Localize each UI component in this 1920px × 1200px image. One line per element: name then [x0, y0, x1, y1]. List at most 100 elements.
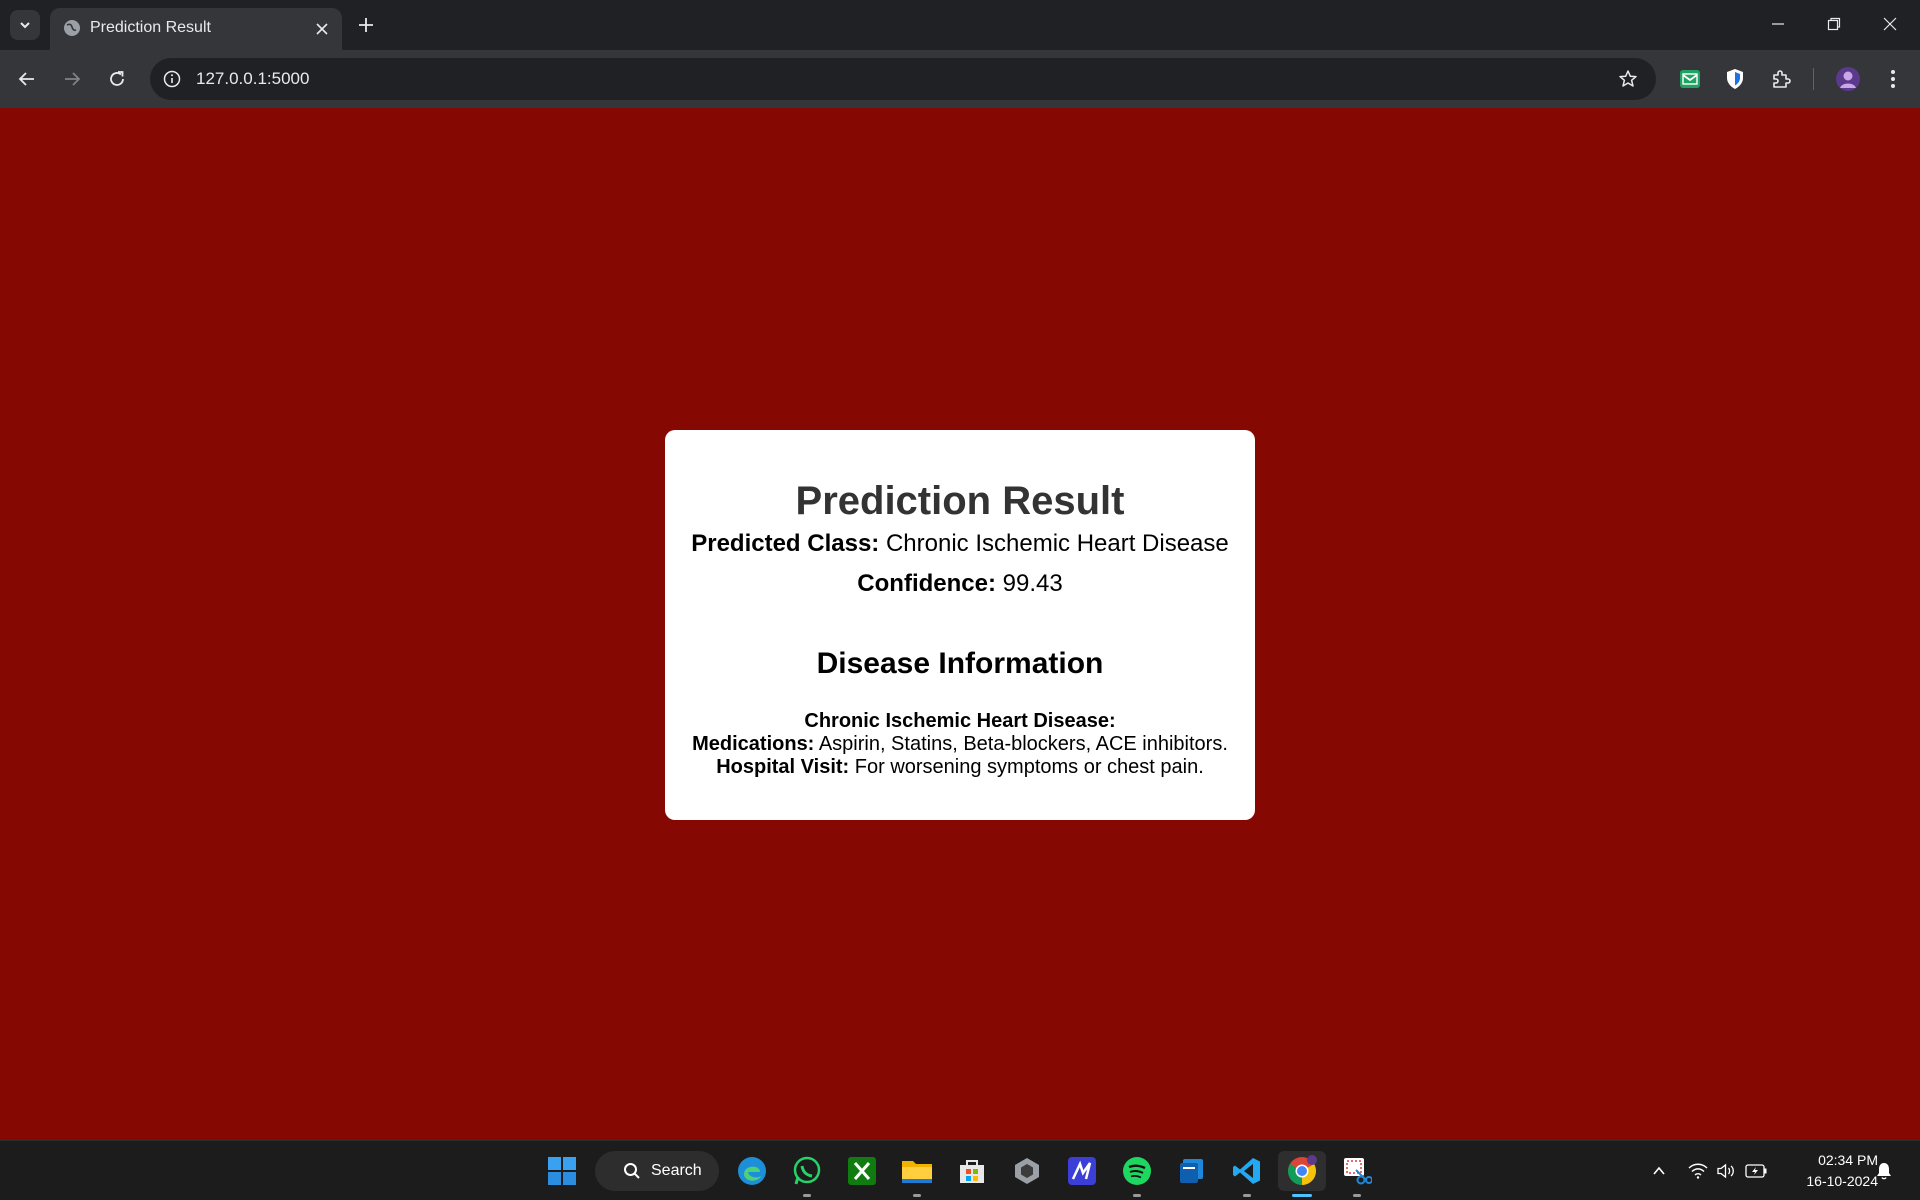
confidence-value: 99.43 — [1002, 570, 1063, 597]
close-icon — [316, 23, 328, 35]
confidence-label: Confidence: — [857, 570, 996, 597]
site-info-button[interactable] — [160, 67, 184, 91]
toolbar-divider — [1813, 68, 1814, 90]
shield-extension-button[interactable] — [1721, 65, 1749, 93]
browser-toolbar: 127.0.0.1:5000 — [0, 50, 1920, 108]
taskbar-app-store[interactable] — [952, 1151, 992, 1191]
mail-extension-button[interactable] — [1676, 65, 1704, 93]
arrow-left-icon — [18, 72, 34, 86]
browser-menu-button[interactable] — [1879, 65, 1907, 93]
battery-charging-icon — [1745, 1164, 1767, 1178]
xbox-icon — [848, 1157, 876, 1185]
confidence-line: Confidence: 99.43 — [665, 569, 1255, 599]
wifi-icon — [1688, 1163, 1708, 1179]
volume-button[interactable] — [1712, 1155, 1740, 1187]
taskbar-app-edge[interactable] — [732, 1151, 772, 1191]
back-button[interactable] — [11, 63, 43, 95]
taskbar-clock[interactable]: 02:34 PM 16-10-2024 — [1778, 1150, 1878, 1192]
extensions-button[interactable] — [1767, 65, 1795, 93]
snipping-tool-icon — [1344, 1158, 1372, 1185]
chrome-icon — [1288, 1155, 1317, 1185]
minimize-icon — [1772, 23, 1784, 25]
hospital-visit-value: For worsening symptoms or chest pain. — [854, 756, 1204, 778]
taskbar-app-windows-app[interactable] — [1172, 1151, 1212, 1191]
close-window-button[interactable] — [1862, 0, 1918, 48]
running-indicator — [913, 1194, 921, 1197]
url-text[interactable]: 127.0.0.1:5000 — [196, 68, 309, 90]
taskbar-search[interactable]: Search — [595, 1151, 719, 1191]
taskbar: Search 02:34 PM 16-10-2024 — [0, 1140, 1920, 1200]
taskbar-app-snipping-tool[interactable] — [1337, 1151, 1377, 1197]
taskbar-app-chrome[interactable] — [1278, 1151, 1326, 1197]
microsoft-store-icon — [960, 1160, 984, 1183]
taskbar-app-file-explorer[interactable] — [897, 1151, 937, 1197]
taskbar-search-label: Search — [651, 1162, 702, 1179]
mail-extension-icon — [1680, 70, 1700, 88]
hospital-visit-label: Hospital Visit: — [716, 756, 850, 778]
taskbar-app-xbox[interactable] — [842, 1151, 882, 1191]
volume-icon — [1717, 1163, 1734, 1179]
puzzle-icon — [1773, 70, 1791, 88]
taskbar-app-unity[interactable] — [1007, 1151, 1047, 1191]
reload-button[interactable] — [101, 63, 133, 95]
disease-information-block: Chronic Ischemic Heart Disease: Medicati… — [665, 710, 1255, 779]
globe-icon — [64, 20, 80, 36]
running-indicator — [803, 1194, 811, 1197]
whatsapp-icon — [793, 1156, 821, 1185]
battery-button[interactable] — [1742, 1155, 1770, 1187]
shield-icon — [1727, 69, 1743, 89]
result-card: Prediction Result Predicted Class: Chron… — [665, 430, 1255, 820]
taskbar-app-vscode[interactable] — [1227, 1151, 1267, 1197]
chevron-down-icon — [20, 22, 30, 29]
wifi-button[interactable] — [1684, 1155, 1712, 1187]
pen-app-icon — [1068, 1157, 1096, 1185]
edge-icon — [738, 1157, 766, 1185]
show-hidden-icons-button[interactable] — [1645, 1155, 1673, 1187]
search-icon — [624, 1163, 640, 1179]
predicted-class-label: Predicted Class: — [691, 530, 880, 557]
restore-button[interactable] — [1806, 0, 1862, 48]
arrow-right-icon — [65, 72, 81, 86]
new-tab-button[interactable] — [352, 11, 380, 39]
address-bar[interactable]: 127.0.0.1:5000 — [150, 58, 1656, 100]
disease-information-heading: Disease Information — [816, 647, 1104, 680]
more-vertical-icon — [1891, 70, 1895, 88]
folder-icon — [902, 1161, 932, 1183]
clock-time: 02:34 PM — [1818, 1152, 1878, 1168]
clock-date: 16-10-2024 — [1806, 1173, 1878, 1189]
predicted-class-value: Chronic Ischemic Heart Disease — [885, 530, 1229, 557]
taskbar-app-pen[interactable] — [1062, 1151, 1102, 1191]
profile-button[interactable] — [1834, 65, 1862, 93]
close-icon — [1883, 17, 1897, 31]
close-tab-button[interactable] — [312, 19, 332, 39]
restore-icon — [1827, 17, 1841, 31]
taskbar-app-spotify[interactable] — [1117, 1151, 1157, 1197]
plus-icon — [359, 18, 373, 32]
tab-search-button[interactable] — [10, 10, 40, 40]
page-title: Prediction Result — [795, 479, 1125, 523]
bookmark-button[interactable] — [1616, 67, 1640, 91]
windows-app-icon — [1180, 1159, 1203, 1183]
start-button[interactable] — [542, 1151, 582, 1191]
taskbar-app-whatsapp[interactable] — [787, 1151, 827, 1197]
avatar — [1836, 67, 1860, 91]
unity-icon — [1015, 1158, 1039, 1184]
disease-name: Chronic Ischemic Heart Disease: — [804, 710, 1116, 732]
notifications-button[interactable] — [1870, 1155, 1898, 1187]
spotify-icon — [1123, 1157, 1151, 1185]
star-icon — [1619, 70, 1637, 87]
forward-button[interactable] — [56, 63, 88, 95]
info-icon — [163, 70, 181, 88]
tab-title: Prediction Result — [90, 19, 211, 36]
running-indicator — [1133, 1194, 1141, 1197]
predicted-class-line: Predicted Class: Chronic Ischemic Heart … — [665, 529, 1255, 559]
active-indicator — [1292, 1194, 1312, 1197]
browser-tab[interactable]: Prediction Result — [50, 8, 342, 50]
chevron-up-icon — [1653, 1166, 1665, 1175]
page-viewport: Prediction Result Predicted Class: Chron… — [0, 108, 1920, 1140]
windows-start-icon — [548, 1157, 576, 1185]
minimize-button[interactable] — [1750, 0, 1806, 48]
vscode-icon — [1233, 1158, 1260, 1184]
tab-strip: Prediction Result — [0, 0, 1920, 50]
running-indicator — [1353, 1194, 1361, 1197]
